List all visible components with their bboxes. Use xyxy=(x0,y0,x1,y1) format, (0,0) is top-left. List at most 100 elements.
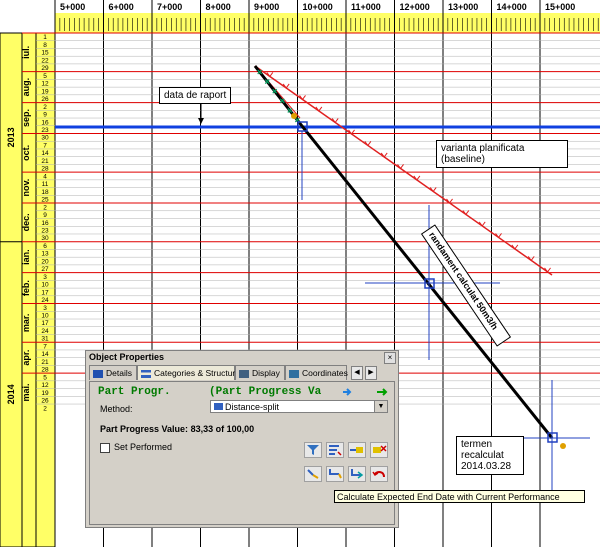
month-label: feb. xyxy=(21,280,31,296)
week-day-label: 23 xyxy=(41,127,49,134)
week-day-label: 12 xyxy=(41,81,49,88)
km-label: 8+000 xyxy=(206,2,231,12)
calculate-end-date-button[interactable] xyxy=(348,466,366,482)
week-day-label: 9 xyxy=(43,212,47,219)
baseline-annotation: varianta planificata (baseline) xyxy=(436,140,568,168)
report-date-arrowhead xyxy=(198,118,204,124)
month-label: dec. xyxy=(21,213,31,231)
week-day-label: 27 xyxy=(41,266,49,273)
part-progress-value-heading: (Part Progress Va xyxy=(209,386,322,398)
month-label: oct. xyxy=(21,145,31,161)
distribute-button[interactable] xyxy=(326,442,344,458)
week-day-label: 16 xyxy=(41,119,49,126)
week-day-label: 13 xyxy=(41,251,49,258)
checkbox-icon[interactable] xyxy=(100,442,110,453)
coordinates-icon xyxy=(289,369,299,378)
set-performed-checkbox[interactable]: Set Performed xyxy=(100,442,172,453)
week-day-label: 17 xyxy=(41,289,49,296)
part-progress-value-label: Part Progress Value: xyxy=(100,424,189,434)
add-point-button[interactable] xyxy=(304,466,322,482)
week-day-label: 12 xyxy=(41,382,49,389)
part-progress-heading: Part Progr. xyxy=(98,386,171,398)
km-label: 11+000 xyxy=(351,2,381,12)
method-select-value: Distance-split xyxy=(225,402,280,412)
remove-icon xyxy=(373,445,387,453)
week-day-label: 9 xyxy=(43,112,47,119)
baseline-line xyxy=(254,65,553,276)
remove-button[interactable] xyxy=(370,442,388,458)
week-day-label: 22 xyxy=(41,57,49,64)
undo-button[interactable] xyxy=(370,466,388,482)
week-day-label: 19 xyxy=(41,390,49,397)
km-label: 5+000 xyxy=(60,2,85,12)
km-label: 13+000 xyxy=(448,2,478,12)
tab-scroll-left-icon[interactable]: ◀ xyxy=(351,366,363,380)
month-label: sep. xyxy=(21,109,31,127)
filter-icon xyxy=(307,445,319,455)
week-day-label: 7 xyxy=(43,142,47,149)
week-day-label: 29 xyxy=(41,65,49,72)
month-label: apr. xyxy=(21,350,31,366)
tab-details[interactable]: Details xyxy=(89,365,137,380)
header-arrows xyxy=(343,388,388,396)
filter-button[interactable] xyxy=(304,442,322,458)
week-day-label: 10 xyxy=(41,282,49,289)
week-day-label: 5 xyxy=(43,73,47,80)
week-day-label: 14 xyxy=(41,150,49,157)
week-day-label: 2 xyxy=(43,104,47,111)
start-marker xyxy=(291,113,297,119)
part-progress-value: Part Progress Value: 83,33 of 100,00 xyxy=(100,424,254,434)
week-day-label: 2 xyxy=(43,405,47,412)
close-icon[interactable]: × xyxy=(384,352,396,364)
month-label: aug. xyxy=(21,78,31,97)
panel-tabs: Details Categories & Structure Display C… xyxy=(89,365,396,381)
calculate-end-date-icon xyxy=(351,469,364,479)
move-right-icon xyxy=(350,447,363,453)
km-label: 14+000 xyxy=(497,2,527,12)
tab-display[interactable]: Display xyxy=(235,365,285,380)
week-day-label: 11 xyxy=(42,181,49,188)
add-point-icon xyxy=(307,469,319,479)
week-day-label: 26 xyxy=(41,398,49,405)
move-right-button[interactable] xyxy=(348,442,366,458)
tab-scroll-right-icon[interactable]: ▶ xyxy=(365,366,377,380)
arrow-right-blue-icon[interactable] xyxy=(343,388,352,396)
structure-icon xyxy=(141,369,151,378)
panel-body: Part Progr. (Part Progress Va Method: Di… xyxy=(89,381,395,525)
display-icon xyxy=(239,369,249,378)
km-label: 9+000 xyxy=(254,2,279,12)
week-day-label: 15 xyxy=(41,50,49,57)
month-label: iul. xyxy=(21,46,31,59)
split-button[interactable] xyxy=(326,466,344,482)
year-column xyxy=(0,32,23,547)
time-distance-chart-window: 5+000 6+000 7+000 8+000 9+000 10+000 11+000 12+… xyxy=(0,0,600,547)
week-day-label: 24 xyxy=(41,297,49,304)
week-day-label: 1 xyxy=(43,34,47,41)
week-day-label: 30 xyxy=(41,135,49,142)
report-date-annotation: data de raport xyxy=(159,87,232,104)
week-day-label: 3 xyxy=(43,305,47,312)
week-day-label: 10 xyxy=(41,313,49,320)
km-label: 10+000 xyxy=(303,2,333,12)
undo-icon xyxy=(372,471,385,478)
month-label: mai. xyxy=(21,383,31,401)
week-day-label: 26 xyxy=(41,96,49,103)
week-day-label: 16 xyxy=(41,220,49,227)
week-day-label: 28 xyxy=(41,166,49,173)
tooltip: Calculate Expected End Date with Current… xyxy=(334,490,585,503)
week-day-label: 25 xyxy=(41,197,49,204)
week-day-label: 2 xyxy=(43,204,47,211)
week-day-label: 17 xyxy=(41,320,49,327)
tab-coordinates[interactable]: Coordinates xyxy=(285,365,348,380)
km-label: 7+000 xyxy=(157,2,182,12)
month-label: mar. xyxy=(21,314,31,333)
arrow-right-green-icon[interactable] xyxy=(377,388,388,396)
tab-categories-structure[interactable]: Categories & Structure xyxy=(137,365,240,380)
week-day-label: 21 xyxy=(41,359,49,366)
method-label: Method: xyxy=(100,404,133,414)
week-day-label: 24 xyxy=(41,328,49,335)
chevron-down-icon[interactable]: ▼ xyxy=(374,401,387,412)
week-day-label: 31 xyxy=(41,336,49,343)
method-select[interactable]: Distance-split ▼ xyxy=(210,400,388,413)
week-day-label: 6 xyxy=(43,243,47,250)
